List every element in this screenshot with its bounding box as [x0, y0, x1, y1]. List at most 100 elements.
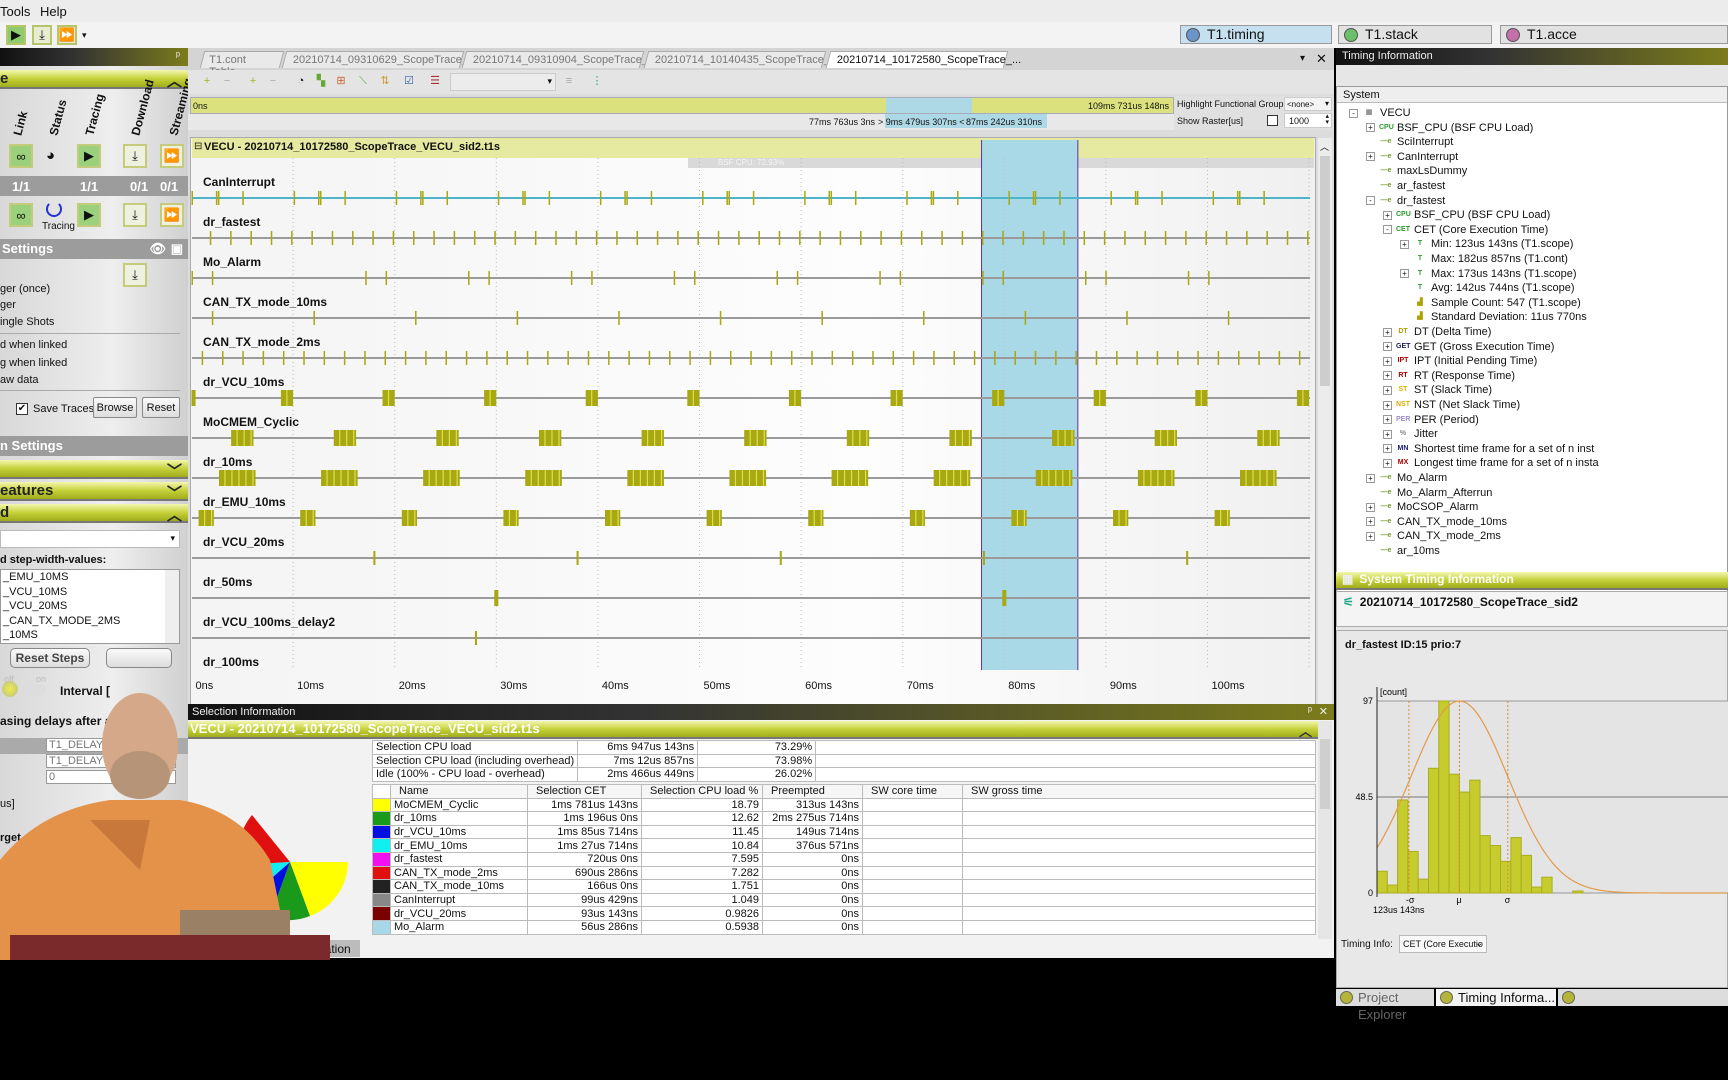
- expand-icon[interactable]: +: [1383, 385, 1392, 395]
- collapse-icon[interactable]: -: [1366, 196, 1375, 206]
- histogram-bar[interactable]: [1428, 767, 1440, 894]
- task-event[interactable]: [1225, 231, 1228, 245]
- step-section-header[interactable]: d ︿: [0, 504, 188, 524]
- pin-icon[interactable]: ᵖ: [1308, 705, 1312, 717]
- task-event[interactable]: [1156, 351, 1159, 365]
- task-event[interactable]: [709, 351, 712, 365]
- task-event[interactable]: [872, 351, 874, 365]
- task-event[interactable]: [323, 351, 326, 365]
- task-event[interactable]: [1116, 351, 1118, 365]
- table-row[interactable]: CAN_TX_mode_10ms 166us 0ns 1.751 0ns: [372, 879, 1316, 894]
- tree-item[interactable]: + —e CAN_TX_mode_10ms: [1366, 515, 1507, 529]
- histogram-bar[interactable]: [1438, 700, 1450, 894]
- step-list-item[interactable]: _10MS: [1, 628, 179, 643]
- task-event[interactable]: [1014, 351, 1016, 365]
- tree-item[interactable]: + CPU BSF_CPU (BSF CPU Load): [1383, 208, 1550, 222]
- task-event[interactable]: [846, 430, 870, 446]
- task-event[interactable]: [1055, 351, 1057, 365]
- tree-item[interactable]: —e Mo_Alarm_Afterrun: [1366, 486, 1493, 500]
- task-event[interactable]: [555, 231, 557, 245]
- task-event[interactable]: [317, 191, 320, 205]
- task-event[interactable]: [1002, 231, 1004, 245]
- task-event[interactable]: [1258, 351, 1260, 365]
- task-event[interactable]: [650, 191, 653, 205]
- tree-item[interactable]: + MX Longest time frame for a set of n ins…: [1383, 456, 1599, 470]
- tree-item[interactable]: + GET GET (Gross Execution Time): [1383, 340, 1554, 354]
- task-event[interactable]: [576, 551, 579, 565]
- histogram-bar[interactable]: [1500, 860, 1512, 894]
- step-list-item[interactable]: _VCU_10MS: [1, 585, 179, 600]
- expand-icon[interactable]: +: [1383, 327, 1392, 337]
- task-event[interactable]: [1286, 231, 1289, 245]
- task-event[interactable]: [1002, 271, 1004, 285]
- task-event[interactable]: [854, 191, 857, 205]
- table-row[interactable]: Mo_Alarm 56us 286ns 0.5938 0ns: [372, 919, 1316, 935]
- tab-t1-stack[interactable]: T1.stack: [1338, 25, 1492, 44]
- task-event[interactable]: [191, 271, 194, 285]
- menu-tools[interactable]: Tools: [0, 4, 30, 19]
- expand-icon[interactable]: +: [1383, 210, 1392, 220]
- task-event[interactable]: [900, 231, 903, 245]
- task-event[interactable]: [217, 191, 220, 205]
- target-section-header[interactable]: e ︿: [0, 70, 188, 90]
- trigger-once-option[interactable]: ger (once): [0, 283, 50, 295]
- task-event[interactable]: [291, 231, 293, 245]
- expand-icon[interactable]: +: [1366, 517, 1375, 527]
- expand-icon[interactable]: +: [1400, 239, 1409, 249]
- task-event[interactable]: [497, 191, 500, 205]
- link-button-2[interactable]: ∞: [9, 203, 33, 227]
- task-event[interactable]: [776, 271, 779, 285]
- task-event[interactable]: [616, 231, 618, 245]
- tree-item[interactable]: - —e dr_fastest: [1366, 194, 1445, 208]
- task-event[interactable]: [677, 231, 679, 245]
- tree-item[interactable]: —e ar_fastest: [1366, 179, 1446, 193]
- save-traces-checkbox[interactable]: ✔: [16, 403, 28, 415]
- task-event[interactable]: [778, 231, 781, 245]
- task-event[interactable]: [1075, 351, 1077, 365]
- expand-icon[interactable]: +: [1366, 531, 1375, 541]
- streaming-button[interactable]: ⏩: [57, 25, 77, 45]
- tree-item[interactable]: + PER PER (Period): [1383, 413, 1479, 427]
- task-event[interactable]: [949, 430, 972, 446]
- play-button[interactable]: ▶: [6, 25, 26, 45]
- trace-chart[interactable]: [188, 48, 1334, 708]
- histogram-bar[interactable]: [1448, 773, 1460, 894]
- eye-icon[interactable]: 👁: [149, 239, 166, 259]
- task-event[interactable]: [994, 351, 996, 365]
- task-event[interactable]: [420, 191, 422, 205]
- task-event[interactable]: [270, 231, 273, 245]
- task-event[interactable]: [211, 271, 214, 285]
- settings-header[interactable]: Settings 👁 ▣: [0, 239, 188, 259]
- linked-option-1[interactable]: d when linked: [0, 339, 67, 351]
- column-header[interactable]: SW core time: [862, 784, 963, 799]
- task-event[interactable]: [1002, 590, 1007, 606]
- expand-icon[interactable]: +: [1383, 444, 1392, 454]
- task-event[interactable]: [526, 351, 529, 365]
- expand-icon[interactable]: +: [1383, 371, 1392, 381]
- table-row[interactable]: dr_EMU_10ms 1ms 27us 714ns 10.84 376us 571n…: [372, 838, 1316, 853]
- expand-icon[interactable]: +: [1366, 123, 1375, 133]
- link-button[interactable]: ∞: [9, 144, 33, 168]
- single-shots-option[interactable]: ingle Shots: [0, 316, 54, 328]
- task-event[interactable]: [1134, 191, 1137, 205]
- task-event[interactable]: [1236, 191, 1239, 205]
- histogram-bar[interactable]: [1479, 835, 1491, 894]
- task-event[interactable]: [830, 191, 833, 205]
- tree-item[interactable]: + IPT IPT (Initial Pending Time): [1383, 354, 1537, 368]
- task-event[interactable]: [1208, 271, 1210, 285]
- task-event[interactable]: [262, 351, 265, 365]
- histogram-bar[interactable]: [1376, 870, 1388, 894]
- tree-item[interactable]: T Max: 182us 857ns (T1.cont): [1400, 252, 1568, 266]
- task-event[interactable]: [395, 191, 398, 205]
- close-icon[interactable]: ✕: [1319, 705, 1328, 718]
- tree-item[interactable]: + T Min: 123us 143ns (T1.scope): [1400, 237, 1573, 251]
- task-event[interactable]: [1217, 351, 1220, 365]
- task-event[interactable]: [1059, 191, 1061, 205]
- task-event[interactable]: [433, 231, 435, 245]
- task-event[interactable]: [1083, 231, 1086, 245]
- expand-icon[interactable]: +: [1366, 152, 1375, 162]
- task-event[interactable]: [1237, 351, 1240, 365]
- browse-button[interactable]: Browse: [93, 397, 137, 418]
- task-event[interactable]: [1042, 231, 1045, 245]
- task-event[interactable]: [591, 271, 593, 285]
